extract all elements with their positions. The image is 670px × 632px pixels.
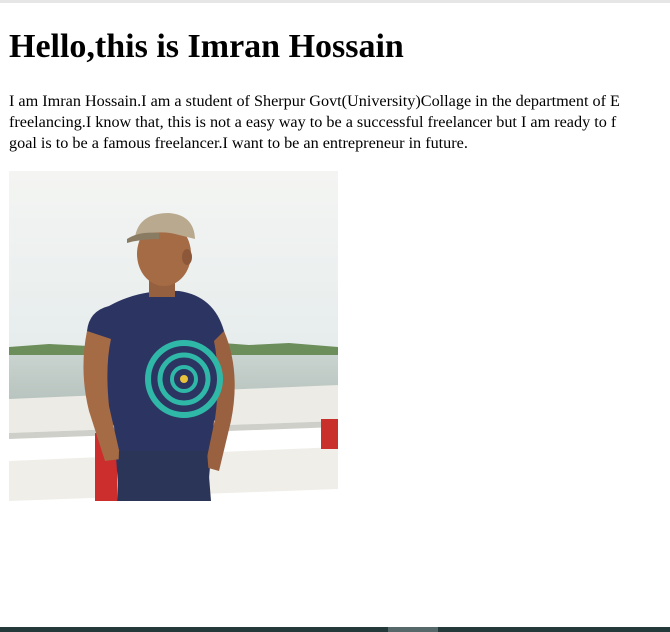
profile-photo: [9, 171, 338, 501]
intro-paragraph: I am Imran Hossain.I am a student of She…: [9, 91, 670, 154]
page-title: Hello,this is Imran Hossain: [9, 28, 404, 65]
intro-line-3: goal is to be a famous freelancer.I want…: [9, 134, 468, 152]
window-top-border: [0, 0, 670, 3]
intro-line-2: freelancing.I know that, this is not a e…: [9, 113, 617, 131]
intro-line-1: I am Imran Hossain.I am a student of She…: [9, 92, 620, 110]
horizontal-scroll-thumb[interactable]: [388, 627, 438, 632]
bottom-taskbar: [0, 627, 670, 632]
